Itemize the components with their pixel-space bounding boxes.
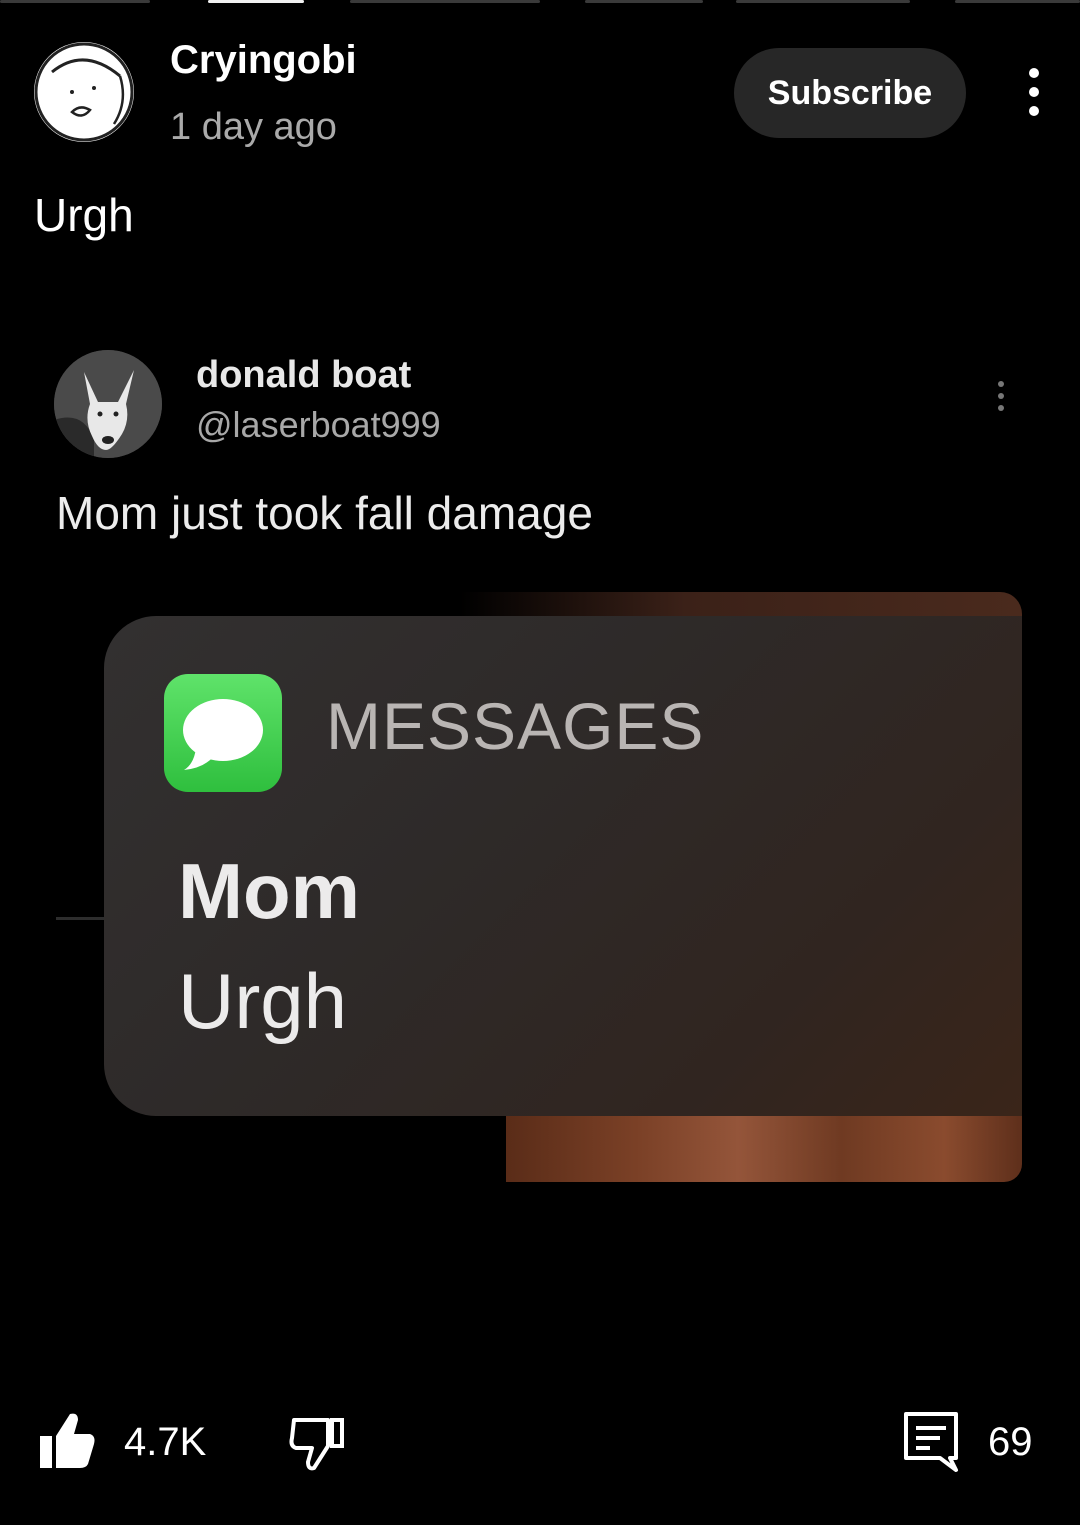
- menu-dot: [1029, 87, 1039, 97]
- messages-app-icon: [164, 674, 282, 792]
- action-bar: 4.7K 69: [0, 1390, 1080, 1500]
- comment-icon[interactable]: [900, 1408, 962, 1474]
- progress-segment: [585, 0, 703, 3]
- progress-segment-active: [208, 0, 304, 3]
- notification-sender: Mom: [178, 847, 360, 935]
- menu-dot: [998, 405, 1004, 411]
- post-text: Urgh: [34, 189, 134, 241]
- notification-card: MESSAGES Mom Urgh: [104, 616, 1022, 1116]
- notification-app-label: MESSAGES: [326, 689, 705, 763]
- post-timestamp: 1 day ago: [170, 106, 337, 148]
- progress-segment: [0, 0, 150, 3]
- tweet-text: Mom just took fall damage: [56, 487, 593, 539]
- progress-segment: [350, 0, 540, 3]
- channel-avatar[interactable]: [34, 42, 134, 142]
- thumbs-down-icon[interactable]: [284, 1408, 350, 1474]
- thumbs-down-glyph: [289, 1418, 344, 1471]
- tweet-more-icon: [990, 376, 1012, 416]
- divider: [56, 917, 106, 920]
- dog-avatar-drawing: [54, 350, 162, 458]
- tweet-avatar: [54, 350, 162, 458]
- menu-dot: [1029, 68, 1039, 78]
- tweet-author-handle: @laserboat999: [196, 404, 441, 445]
- notification-message: Urgh: [178, 957, 348, 1045]
- menu-dot: [998, 381, 1004, 387]
- post-image[interactable]: donald boat @laserboat999 Mom just took …: [0, 300, 1080, 1360]
- thumbs-up-icon[interactable]: [34, 1408, 100, 1474]
- avatar-drawing: [34, 42, 134, 142]
- progress-segment: [736, 0, 910, 3]
- menu-dot: [998, 393, 1004, 399]
- progress-segment: [955, 0, 1080, 3]
- thumbs-up-glyph: [40, 1413, 95, 1468]
- menu-dot: [1029, 106, 1039, 116]
- comment-glyph: [904, 1412, 958, 1472]
- tweet-author-name: donald boat: [196, 354, 412, 396]
- story-progress-bar: [0, 0, 1080, 4]
- more-vertical-icon[interactable]: [1012, 62, 1056, 122]
- like-count: 4.7K: [124, 1420, 207, 1464]
- wood-background-bottom: [506, 1110, 1022, 1182]
- comment-count: 69: [988, 1420, 1033, 1464]
- speech-bubble-icon: [183, 699, 263, 770]
- channel-name[interactable]: Cryingobi: [170, 38, 357, 83]
- subscribe-button[interactable]: Subscribe: [734, 48, 966, 138]
